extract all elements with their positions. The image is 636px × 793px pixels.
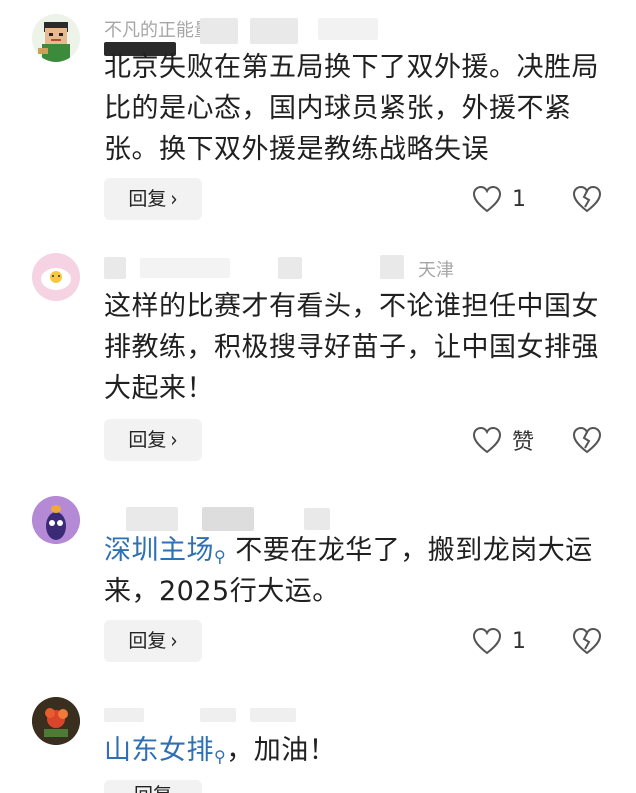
redacted-block (126, 507, 178, 531)
reply-button[interactable]: 回复 › (104, 620, 202, 662)
redacted-block (202, 507, 254, 531)
broken-heart-icon[interactable] (572, 426, 602, 454)
broken-heart-icon[interactable] (572, 185, 602, 213)
heart-outline-icon (472, 185, 502, 213)
search-icon: ⚲ (214, 747, 227, 766)
comment-text: 深圳主场⚲ 不要在龙华了，搬到龙岗大运来，2025行大运。 (104, 530, 604, 612)
redacted-block (140, 258, 230, 278)
topic-label: 山东女排 (104, 735, 214, 766)
topic-label: 深圳主场 (104, 535, 214, 566)
heart-outline-icon (472, 426, 502, 454)
chevron-right-icon: › (170, 427, 178, 453)
redacted-block (250, 708, 296, 722)
redacted-block (200, 18, 238, 44)
redacted-block (200, 708, 236, 722)
chevron-right-icon: › (170, 628, 178, 654)
broken-heart-icon[interactable] (572, 627, 602, 655)
avatar[interactable] (32, 14, 80, 62)
heart-outline-icon (472, 627, 502, 655)
like-count: 1 (512, 186, 526, 212)
comment-text: 山东女排⚲，加油！ (104, 730, 604, 771)
comment-text: 这样的比赛才有看头，不论谁担任中国女排教练，积极搜寻好苗子，让中国女排强大起来！ (104, 291, 599, 404)
avatar[interactable] (32, 697, 80, 745)
reply-label: 回复 (128, 188, 167, 210)
reply-label: 回复 (128, 429, 167, 451)
redacted-block (304, 508, 330, 530)
topic-link[interactable]: 深圳主场⚲ (104, 535, 226, 566)
comment-location: 天津 (418, 260, 454, 281)
reply-button[interactable]: 回复 › (104, 178, 202, 220)
like-label: 赞 (512, 430, 535, 455)
comment-text: 北京失败在第五局换下了双外援。决胜局比的是心态，国内球员紧张，外援不紧张。换下双… (104, 52, 599, 165)
like-button[interactable]: 1 (472, 620, 526, 662)
comment-meta: 不凡的正能量 (104, 16, 214, 42)
topic-link[interactable]: 山东女排⚲ (104, 735, 226, 766)
avatar[interactable] (32, 253, 80, 301)
comment-text-content: ，加油！ (226, 735, 337, 766)
redacted-block (278, 257, 302, 279)
redacted-block (318, 18, 378, 40)
avatar[interactable] (32, 496, 80, 544)
search-icon: ⚲ (214, 547, 227, 566)
like-button[interactable]: 1 (472, 178, 526, 220)
redacted-block (250, 18, 298, 44)
username[interactable]: 不凡的正能量 (104, 20, 212, 41)
redacted-block (104, 257, 126, 279)
like-button[interactable]: 赞 (472, 419, 534, 461)
like-count: 1 (512, 628, 526, 654)
reply-button[interactable]: 回复 (104, 780, 202, 793)
redacted-block (104, 708, 144, 722)
reply-label: 回复 (134, 784, 172, 793)
reply-label: 回复 (128, 630, 167, 652)
chevron-right-icon: › (170, 186, 178, 212)
redacted-block (380, 255, 404, 279)
reply-button[interactable]: 回复 › (104, 419, 202, 461)
